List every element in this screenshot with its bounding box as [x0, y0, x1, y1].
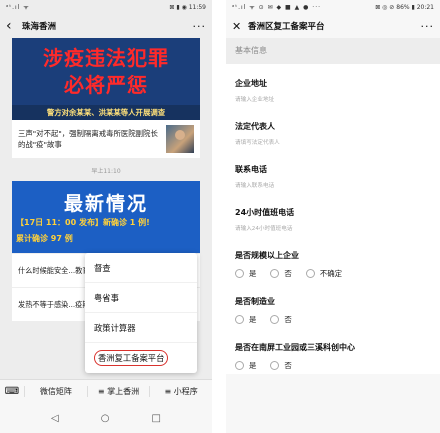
- left-phone-screen: ᵃᵗ.ıl ᯤ ⊠ ▮ ◉ 11:59 ‹ 珠海香洲 ··· 涉疫违法犯罪 必将…: [0, 0, 212, 433]
- signal-icons: ᵃᵗ.ıl ᯤ: [6, 4, 30, 11]
- signal-icons: ᵃᵗ.ıl ᯤ ⊙ ✉ ◆ ■ ▲ ● ···: [232, 4, 322, 11]
- menu-item-supervision[interactable]: 督查: [85, 253, 197, 283]
- status-right: ⊠ ▮ ◉ 11:59: [169, 3, 206, 11]
- above-scale-radio-group: 是否规模以上企业 是 否 不确定: [226, 236, 440, 282]
- close-icon[interactable]: ✕: [232, 21, 246, 32]
- radio-no[interactable]: 否: [270, 268, 292, 279]
- article-2-cover[interactable]: 最新情况 【17日 11：00 发布】新确诊 1 例! 累计确诊 97 例: [12, 181, 200, 253]
- back-icon[interactable]: ‹: [6, 19, 20, 33]
- radio-circle-icon: [235, 361, 244, 370]
- message-timestamp: 早上11:10: [91, 168, 121, 175]
- bottom-menu-mini-program[interactable]: ≡ 小程序: [149, 386, 212, 397]
- article-card-1[interactable]: 涉疫违法犯罪 必将严惩 警方对余某某、洪某某等人开展调查 三声"对不起"，强制隔…: [12, 38, 200, 158]
- recents-square-icon[interactable]: □: [152, 413, 161, 424]
- article-1-sub-item[interactable]: 三声"对不起"，强制隔离戒毒所医院副院长的战"疫"故事: [12, 120, 200, 158]
- more-icon[interactable]: ···: [193, 20, 207, 33]
- cover-headline: 最新情况: [63, 193, 148, 215]
- field-label: 联系电话: [235, 165, 267, 174]
- cover-line-1: 【17日 11：00 发布】新确诊 1 例!: [16, 218, 150, 227]
- nav-bar: ✕ 香洲区复工备案平台 ···: [226, 14, 440, 38]
- legal-representative-input[interactable]: 请填写法定代表人: [235, 132, 431, 150]
- status-right: ⊠ ◎ ⊘ 86% ▮ 20:21: [375, 3, 434, 11]
- contact-phone-field[interactable]: 联系电话 请输入联系电话: [226, 150, 440, 193]
- duty-phone-input[interactable]: 请输入24小时值班电话: [235, 218, 431, 236]
- cover-headline-line-2: 必将严惩: [64, 73, 148, 97]
- duty-phone-field[interactable]: 24小时值班电话 请输入24小时值班电话: [226, 193, 440, 236]
- page-title: 香洲区复工备案平台: [248, 22, 325, 32]
- radio-label: 是: [249, 315, 257, 324]
- manufacturing-radio-group: 是否制造业 是 否: [226, 282, 440, 328]
- radio-circle-icon: [235, 315, 244, 324]
- radio-label: 否: [284, 269, 292, 278]
- back-triangle-icon[interactable]: ◁: [51, 413, 59, 424]
- radio-yes[interactable]: 是: [235, 268, 256, 279]
- menu-item-reopen-filing-platform[interactable]: 香洲复工备案平台: [85, 343, 197, 373]
- section-header: 基本信息: [226, 38, 440, 64]
- cover-headline-line-1: 涉疫违法犯罪: [43, 46, 169, 70]
- field-label: 24小时值班电话: [235, 208, 295, 217]
- bottom-menu-bar: ⌨ 微信矩阵 ≡ 掌上香洲 ≡ 小程序: [0, 379, 212, 403]
- home-circle-icon[interactable]: ○: [101, 413, 110, 424]
- contact-phone-input[interactable]: 请输入联系电话: [235, 175, 431, 193]
- system-navigation-bar: ◁ ○ □: [0, 403, 212, 433]
- radio-label: 是: [249, 269, 257, 278]
- enterprise-address-field[interactable]: 企业地址 请输入企业地址: [226, 64, 440, 107]
- radio-circle-icon: [235, 269, 244, 278]
- sub-item-title: 三声"对不起"，强制隔离戒毒所医院副院长的战"疫"故事: [18, 129, 158, 149]
- radio-no[interactable]: 否: [270, 360, 292, 371]
- radio-circle-icon: [305, 269, 315, 278]
- keyboard-icon[interactable]: ⌨: [0, 386, 24, 397]
- bottom-menu-wechat-matrix[interactable]: 微信矩阵: [24, 386, 87, 397]
- radio-circle-icon: [270, 269, 280, 278]
- radio-no[interactable]: 否: [270, 314, 292, 325]
- enterprise-address-input[interactable]: 请输入企业地址: [235, 89, 431, 107]
- article-1-cover[interactable]: 涉疫违法犯罪 必将严惩 警方对余某某、洪某某等人开展调查: [12, 38, 200, 120]
- radio-label: 否: [284, 361, 292, 370]
- sub-item-thumbnail: [166, 125, 194, 153]
- field-label: 是否在南屏工业园或三溪科创中心: [235, 343, 355, 352]
- nav-bar: ‹ 珠海香洲 ···: [0, 14, 212, 38]
- popup-menu: 督查 粤省事 政策计算器 香洲复工备案平台: [85, 253, 197, 373]
- field-label: 法定代表人: [235, 122, 275, 131]
- industrial-park-radio-group: 是否在南屏工业园或三溪科创中心 是 否: [226, 328, 440, 374]
- cover-caption: 警方对余某某、洪某某等人开展调查: [12, 105, 200, 120]
- field-label: 是否规模以上企业: [235, 251, 299, 260]
- field-label: 企业地址: [235, 79, 267, 88]
- radio-label: 是: [249, 361, 257, 370]
- status-bar: ᵃᵗ.ıl ᯤ ⊙ ✉ ◆ ■ ▲ ● ··· ⊠ ◎ ⊘ 86% ▮ 20:2…: [226, 0, 440, 14]
- page-title: 珠海香洲: [22, 22, 57, 32]
- radio-uncertain[interactable]: 不确定: [305, 268, 342, 279]
- radio-yes[interactable]: 是: [235, 360, 256, 371]
- radio-circle-icon: [270, 361, 280, 370]
- bottom-menu-zhangshang-xiangzhou[interactable]: ≡ 掌上香洲: [86, 386, 150, 397]
- radio-label: 不确定: [319, 269, 342, 278]
- right-phone-screen: ᵃᵗ.ıl ᯤ ⊙ ✉ ◆ ■ ▲ ● ··· ⊠ ◎ ⊘ 86% ▮ 20:2…: [226, 0, 440, 433]
- field-label: 是否制造业: [235, 297, 275, 306]
- status-bar: ᵃᵗ.ıl ᯤ ⊠ ▮ ◉ 11:59: [0, 0, 212, 14]
- radio-circle-icon: [270, 315, 280, 324]
- cover-line-2: 累计确诊 97 例: [16, 234, 73, 243]
- menu-item-policy-calculator[interactable]: 政策计算器: [85, 313, 197, 343]
- menu-item-label: 香洲复工备案平台: [94, 350, 169, 366]
- menu-item-yue-sheng-shi[interactable]: 粤省事: [85, 283, 197, 313]
- radio-yes[interactable]: 是: [235, 314, 256, 325]
- more-icon[interactable]: ···: [421, 20, 435, 33]
- legal-representative-field[interactable]: 法定代表人 请填写法定代表人: [226, 107, 440, 150]
- radio-label: 否: [284, 315, 292, 324]
